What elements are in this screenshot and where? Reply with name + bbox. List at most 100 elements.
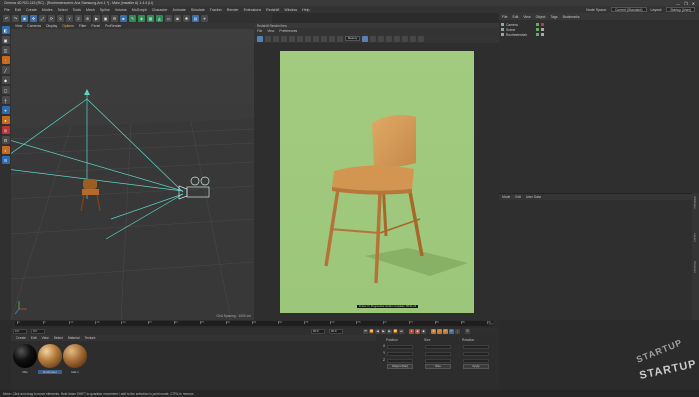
start-frame-field[interactable]: 0 F [13, 329, 27, 334]
menu-file[interactable]: File [4, 8, 10, 12]
menu-extensions[interactable]: Extensions [244, 8, 262, 12]
keyframe-selection-icon[interactable]: ◆ [421, 329, 426, 334]
viewport[interactable]: View Cameras Display Options Filter Pane… [11, 23, 254, 320]
z-axis-icon[interactable]: Z [75, 14, 82, 22]
material-swatch-2[interactable] [38, 344, 62, 368]
floor-icon[interactable]: ▭ [165, 14, 172, 22]
size-mode-select[interactable]: Size [425, 364, 451, 369]
om-menu-bookmarks[interactable]: Bookmarks [563, 15, 580, 19]
next-key-icon[interactable]: ⏩ [393, 329, 398, 334]
rotation-key-icon[interactable]: ⟳ [443, 329, 448, 334]
tab-redshift-renderview[interactable]: Redshift RenderView [257, 24, 287, 28]
color-management-icon[interactable] [362, 35, 369, 42]
render-view-menu-file[interactable]: File [257, 29, 262, 33]
size-y-field[interactable] [425, 352, 451, 356]
redo-icon[interactable]: ↷ [12, 14, 19, 22]
tab-attributes[interactable]: Attributes [693, 196, 697, 209]
rotate-tool-icon[interactable]: ⟳ [48, 14, 55, 22]
go-to-start-icon[interactable]: ⏮ [363, 329, 368, 334]
lock-workplane-icon[interactable]: ⊟ [1, 136, 10, 144]
material-swatch-3[interactable] [63, 344, 87, 368]
scale-key-icon[interactable]: ⤢ [437, 329, 442, 334]
mm-menu-texture[interactable]: Texture [85, 336, 96, 340]
visibility-tag-icon[interactable] [536, 23, 539, 26]
snapshot-icon[interactable] [289, 35, 295, 42]
viewport-menu-panel[interactable]: Panel [91, 24, 100, 28]
solo-icon[interactable]: ☰ [1, 156, 10, 164]
zoom-icon[interactable] [329, 35, 335, 42]
points-mode-icon[interactable]: ⋮ [1, 56, 10, 64]
timeline-window-icon[interactable]: ☰ [465, 329, 470, 334]
viewport-menu-prorender[interactable]: ProRender [105, 24, 121, 28]
render-view-menu-preferences[interactable]: Preferences [279, 29, 297, 33]
axis-mode-icon[interactable]: ┼ [1, 96, 10, 104]
camera-tag-icon[interactable] [541, 23, 544, 26]
viewport-menu-cameras[interactable]: Cameras [27, 24, 41, 28]
am-menu-user-data[interactable]: User Data [526, 195, 541, 199]
menu-modes[interactable]: Modes [42, 8, 53, 12]
position-z-field[interactable] [387, 359, 413, 363]
live-selection-icon[interactable]: ◉ [21, 14, 28, 22]
autokey-icon[interactable]: ◉ [415, 329, 420, 334]
size-x-field[interactable] [425, 345, 451, 349]
menu-mesh[interactable]: Mesh [86, 8, 95, 12]
om-menu-file[interactable]: File [502, 15, 507, 19]
y-axis-icon[interactable]: Y [66, 14, 73, 22]
bucket-icon[interactable] [321, 35, 327, 42]
pick-icon[interactable] [313, 35, 319, 42]
material-tag-icon[interactable] [541, 33, 544, 36]
play-icon[interactable]: ▶ [381, 329, 386, 334]
render-settings-icon[interactable]: ⚙ [111, 14, 118, 22]
subdivision-icon[interactable]: ◈ [138, 14, 145, 22]
parameter-key-icon[interactable]: P [449, 329, 454, 334]
fit-icon[interactable] [337, 35, 343, 42]
compare-icon[interactable] [386, 35, 393, 42]
coordinate-mode-select[interactable]: Object (Rel) [387, 364, 413, 369]
deformer-icon[interactable]: ◭ [156, 14, 163, 22]
position-y-field[interactable] [387, 352, 413, 356]
go-to-end-icon[interactable]: ⏭ [399, 329, 404, 334]
pen-icon[interactable]: ✎ [129, 14, 136, 22]
tab-layers[interactable]: Layers [693, 233, 697, 242]
mm-menu-select[interactable]: Select [54, 336, 63, 340]
next-frame-icon[interactable]: ▶ [387, 329, 392, 334]
cube-icon[interactable]: ■ [120, 14, 127, 22]
visibility-tag-icon[interactable] [536, 28, 539, 31]
point-level-icon[interactable]: ⋮ [455, 329, 460, 334]
om-menu-edit[interactable]: Edit [512, 15, 518, 19]
minimize-button[interactable]: — [676, 1, 680, 6]
am-menu-mode[interactable]: Mode [502, 195, 510, 199]
region-icon[interactable] [281, 35, 287, 42]
menu-spline[interactable]: Spline [100, 8, 110, 12]
om-menu-object[interactable]: Object [536, 15, 546, 19]
menu-create[interactable]: Create [26, 8, 37, 12]
tab-structure[interactable]: Structure [693, 261, 697, 273]
histogram-icon[interactable] [394, 35, 401, 42]
menu-animate[interactable]: Animate [173, 8, 186, 12]
save-image-icon[interactable] [402, 35, 409, 42]
x-axis-icon[interactable]: X [57, 14, 64, 22]
mm-menu-create[interactable]: Create [16, 336, 26, 340]
record-icon[interactable]: ● [409, 329, 414, 334]
menu-simulate[interactable]: Simulate [191, 8, 205, 12]
model-mode-icon[interactable]: ▣ [1, 36, 10, 44]
stop-render-icon[interactable] [265, 35, 271, 42]
prev-key-icon[interactable]: ⏪ [369, 329, 374, 334]
scale-tool-icon[interactable]: ⤢ [39, 14, 46, 22]
texture-mode-icon[interactable]: ◫ [1, 46, 10, 54]
om-menu-view[interactable]: View [523, 15, 530, 19]
size-z-field[interactable] [425, 359, 451, 363]
channels-icon[interactable] [378, 35, 385, 42]
position-x-field[interactable] [387, 345, 413, 349]
menu-window[interactable]: Window [284, 8, 297, 12]
close-button[interactable]: ✕ [692, 1, 695, 6]
render-view-icon[interactable]: ▶ [93, 14, 100, 22]
mm-menu-view[interactable]: View [42, 336, 49, 340]
menu-help[interactable]: Help [302, 8, 309, 12]
menu-select[interactable]: Select [58, 8, 68, 12]
timeline-ruler[interactable]: 0 5 10 15 20 25 30 35 40 45 50 55 60 65 70 75 80 85 90 0 F [11, 320, 499, 328]
layer-tag-icon[interactable] [541, 28, 544, 31]
refresh-icon[interactable] [273, 35, 279, 42]
undo-icon[interactable]: ↶ [3, 14, 10, 22]
viewport-menu-options[interactable]: Options [62, 24, 74, 28]
